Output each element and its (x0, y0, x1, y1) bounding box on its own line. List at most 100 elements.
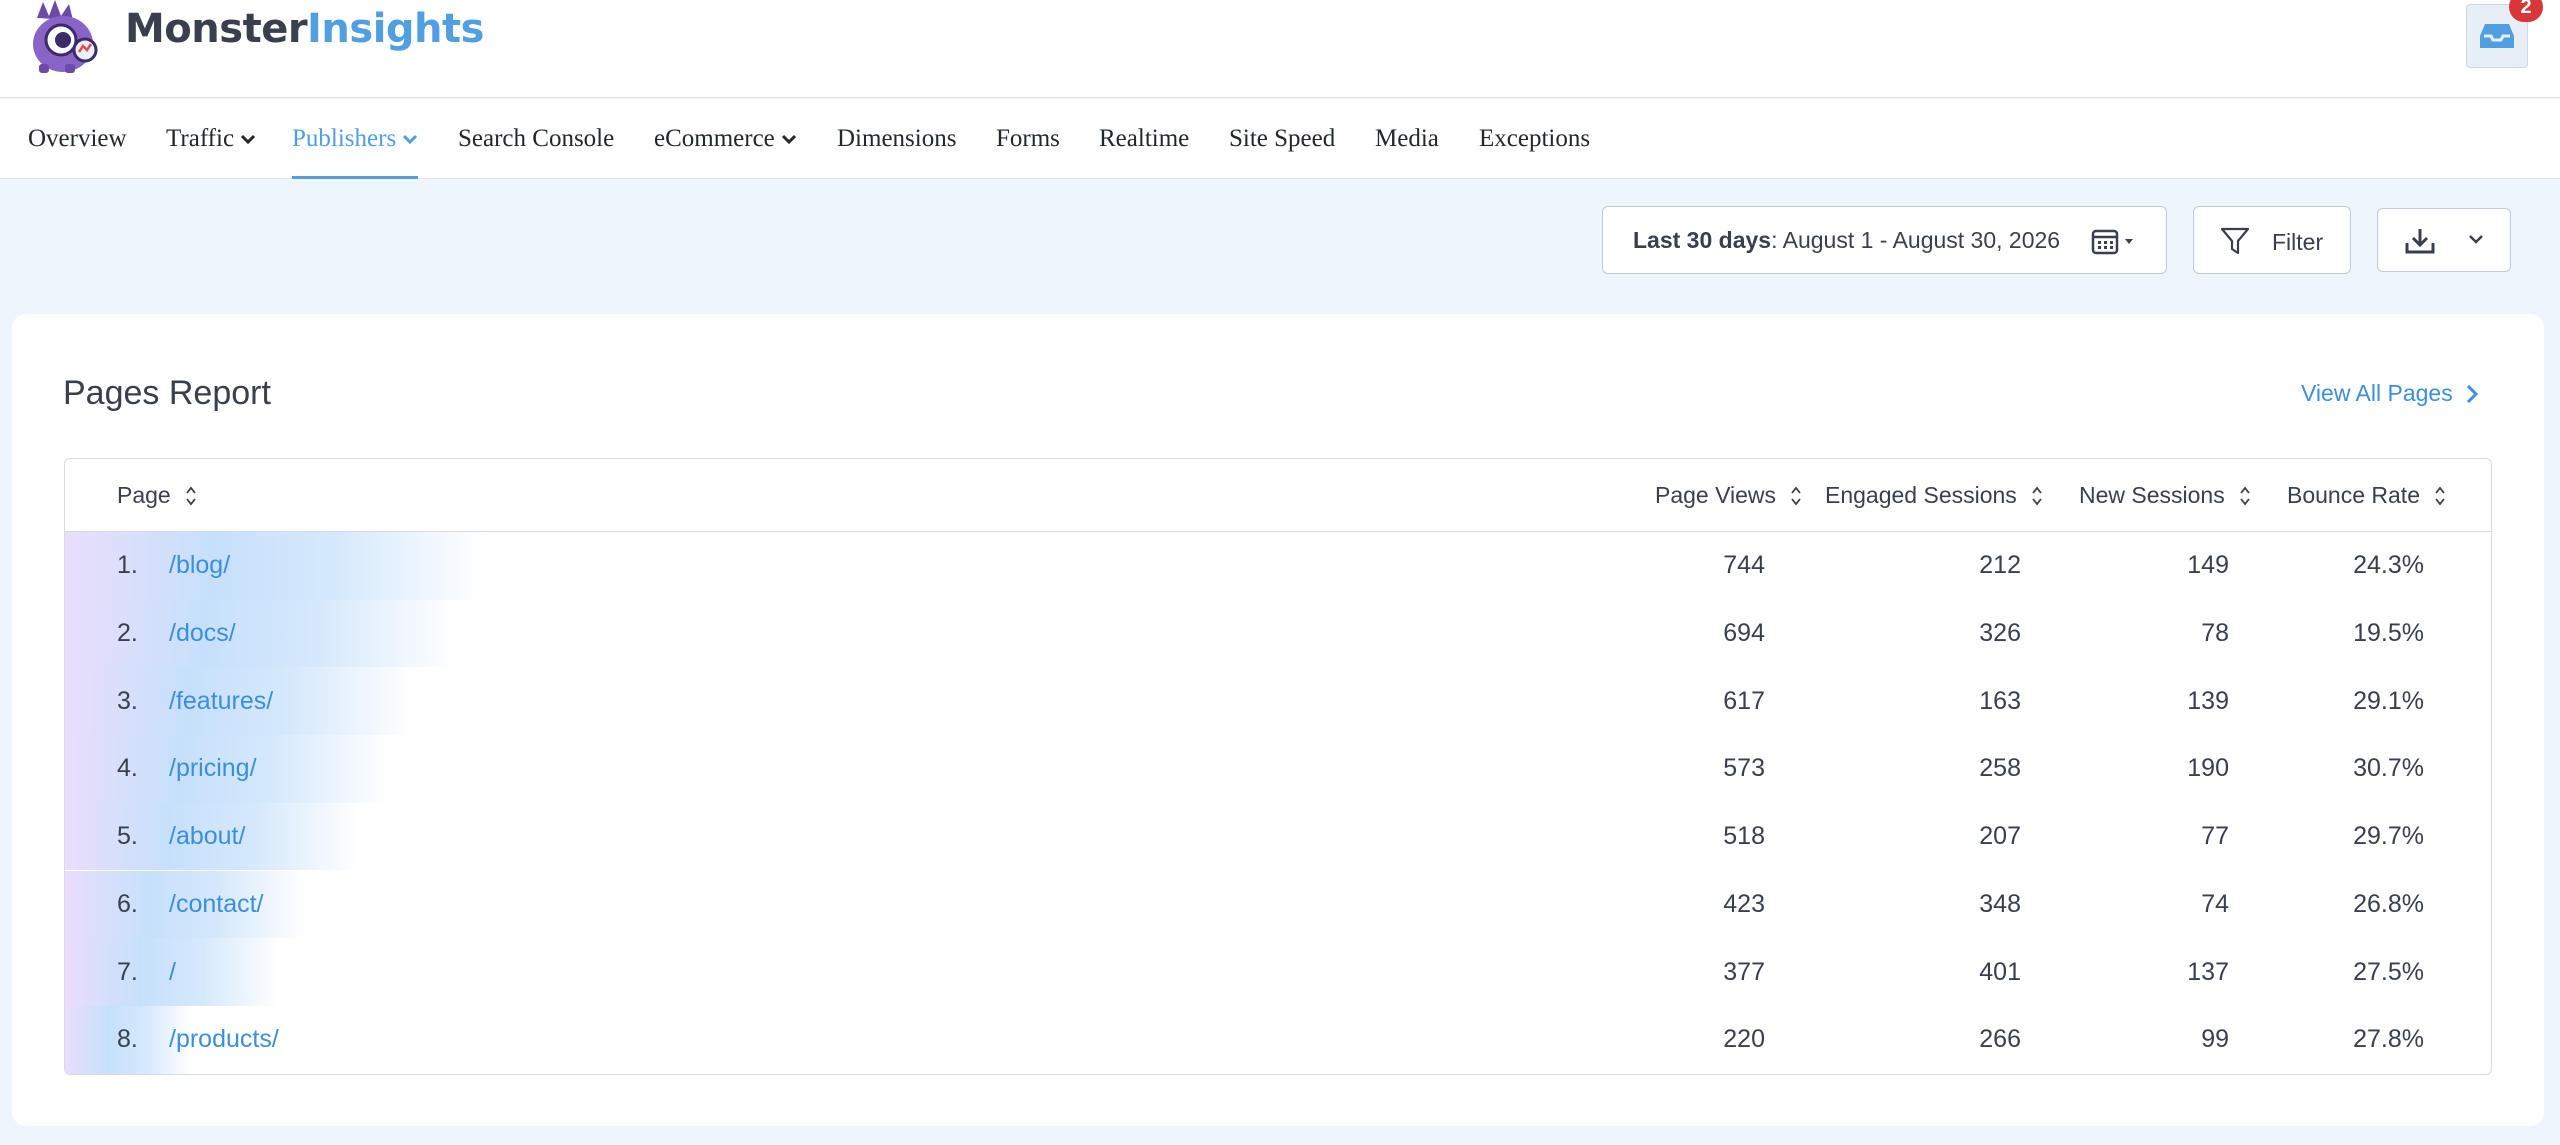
column-bounce-rate-label: Bounce Rate (2287, 482, 2420, 508)
engaged-sessions-value: 266 (1979, 1025, 2021, 1054)
page-link[interactable]: /blog/ (169, 532, 230, 600)
engaged-sessions-value: 348 (1979, 889, 2021, 918)
date-range-preset: Last 30 days (1633, 226, 1772, 253)
page-views-value: 377 (1723, 957, 1765, 986)
chevron-down-icon (2469, 235, 2483, 244)
engaged-sessions-value: 163 (1979, 686, 2021, 715)
tab-exceptions-label: Exceptions (1479, 125, 1591, 152)
bounce-rate-value: 27.5% (2353, 957, 2424, 986)
tab-overview[interactable]: Overview (28, 99, 127, 179)
tab-forms[interactable]: Forms (996, 99, 1060, 179)
row-rank: 2. (117, 619, 138, 648)
bounce-rate-value: 30.7% (2353, 754, 2424, 783)
row-rank: 7. (117, 957, 138, 986)
column-bounce-rate[interactable]: Bounce Rate (2287, 459, 2446, 532)
column-engaged-sessions[interactable]: Engaged Sessions (1825, 459, 2043, 532)
filter-label: Filter (2272, 229, 2324, 255)
column-new-sessions[interactable]: New Sessions (2079, 459, 2251, 532)
page-views-value: 694 (1723, 619, 1765, 648)
column-page[interactable]: Page (117, 459, 197, 532)
column-engaged-sessions-label: Engaged Sessions (1825, 482, 2017, 508)
tab-search-console-label: Search Console (458, 125, 615, 152)
page-link[interactable]: /features/ (169, 667, 273, 735)
row-rank: 5. (117, 822, 138, 851)
page-views-value: 573 (1723, 754, 1765, 783)
new-sessions-value: 99 (2201, 1025, 2229, 1054)
page-views-value: 744 (1723, 551, 1765, 580)
page-link[interactable]: /products/ (169, 1006, 279, 1074)
tab-forms-label: Forms (996, 125, 1060, 152)
brand-monster: Monster (125, 6, 308, 52)
bounce-rate-value: 29.7% (2353, 822, 2424, 851)
tab-site-speed[interactable]: Site Speed (1229, 99, 1335, 179)
tab-media[interactable]: Media (1375, 99, 1439, 179)
brand-insights: Insights (307, 6, 484, 52)
notification-count-badge: 2 (2509, 0, 2543, 22)
view-all-pages-label: View All Pages (2301, 380, 2453, 406)
row-rank: 6. (117, 889, 138, 918)
view-all-pages-link[interactable]: View All Pages (2301, 380, 2479, 407)
tab-search-console[interactable]: Search Console (458, 99, 614, 179)
engaged-sessions-value: 326 (1979, 619, 2021, 648)
pages-table: Page Page Views Engaged Sessions New Ses… (64, 458, 2492, 1075)
tab-site-speed-label: Site Speed (1229, 125, 1336, 152)
column-page-views-label: Page Views (1655, 482, 1777, 508)
column-page-views[interactable]: Page Views (1655, 459, 1802, 532)
report-nav: Overview Traffic Publishers Search Conso… (0, 99, 2560, 179)
new-sessions-value: 77 (2201, 822, 2229, 851)
table-row: 5. /about/518 207 77 29.7% (65, 802, 2491, 871)
new-sessions-value: 137 (2187, 957, 2229, 986)
engaged-sessions-value: 401 (1979, 957, 2021, 986)
sort-icon (186, 486, 196, 505)
page-link[interactable]: / (169, 938, 176, 1006)
row-rank: 3. (117, 686, 138, 715)
export-button[interactable] (2377, 208, 2511, 272)
tab-publishers-label: Publishers (292, 125, 397, 152)
chevron-down-icon (781, 134, 796, 145)
row-rank: 8. (117, 1025, 138, 1054)
tab-ecommerce-label: eCommerce (654, 125, 775, 152)
page-views-value: 518 (1723, 822, 1765, 851)
tab-publishers[interactable]: Publishers (292, 99, 419, 179)
new-sessions-value: 74 (2201, 889, 2229, 918)
page-views-value: 220 (1723, 1025, 1765, 1054)
row-rank: 1. (117, 551, 138, 580)
sort-icon (2032, 486, 2042, 505)
page-link[interactable]: /about/ (169, 803, 245, 871)
bounce-rate-value: 19.5% (2353, 619, 2424, 648)
date-range-dates: : August 1 - August 30, 2026 (1771, 226, 2061, 253)
header: MonsterInsights 2 (0, 0, 2560, 98)
table-row: 1. /blog/744 212 149 24.3% (65, 532, 2491, 600)
brand-name: MonsterInsights (125, 6, 484, 52)
page-link[interactable]: /pricing/ (169, 735, 257, 803)
tab-traffic-label: Traffic (166, 125, 235, 152)
engaged-sessions-value: 258 (1979, 754, 2021, 783)
page-link[interactable]: /docs/ (169, 600, 236, 668)
sort-icon (1791, 486, 1801, 505)
new-sessions-value: 190 (2187, 754, 2229, 783)
table-row: 6. /contact/423 348 74 26.8% (65, 870, 2491, 939)
table-row: 8. /products/220 266 99 27.8% (65, 1005, 2491, 1074)
tab-dimensions-label: Dimensions (837, 125, 957, 152)
table-row: 2. /docs/694 326 78 19.5% (65, 599, 2491, 668)
tab-traffic[interactable]: Traffic (166, 99, 256, 179)
logo[interactable]: MonsterInsights (25, 0, 484, 75)
date-range-picker[interactable]: Last 30 days: August 1 - August 30, 2026 (1602, 206, 2167, 274)
filter-button[interactable]: Filter (2193, 206, 2351, 274)
table-row: 4. /pricing/573 258 190 30.7% (65, 735, 2491, 803)
tab-realtime[interactable]: Realtime (1099, 99, 1189, 179)
tab-dimensions[interactable]: Dimensions (837, 99, 956, 179)
page-views-value: 617 (1723, 686, 1765, 715)
page-link[interactable]: /contact/ (169, 871, 264, 939)
column-new-sessions-label: New Sessions (2079, 482, 2225, 508)
tab-exceptions[interactable]: Exceptions (1479, 99, 1590, 179)
chevron-right-icon (2466, 384, 2478, 403)
new-sessions-value: 78 (2201, 619, 2229, 648)
engaged-sessions-value: 212 (1979, 551, 2021, 580)
table-header: Page Page Views Engaged Sessions New Ses… (65, 459, 2491, 532)
chevron-down-icon (403, 134, 418, 145)
new-sessions-value: 139 (2187, 686, 2229, 715)
bounce-rate-value: 26.8% (2353, 889, 2424, 918)
tab-overview-label: Overview (28, 125, 127, 152)
tab-ecommerce[interactable]: eCommerce (654, 99, 797, 179)
